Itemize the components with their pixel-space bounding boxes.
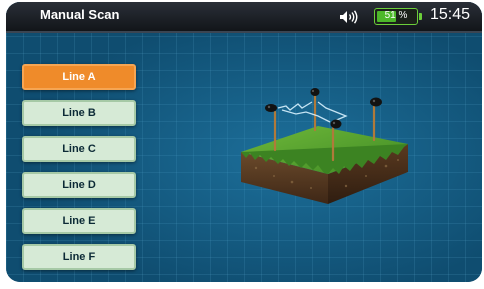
battery-cap xyxy=(419,13,422,20)
status-bar: Manual Scan 51 % 15:45 xyxy=(6,2,482,33)
battery-indicator: 51 % xyxy=(374,8,418,25)
clock: 15:45 xyxy=(430,6,471,23)
device-screen: Manual Scan 51 % 15:45 Line A Line B Lin… xyxy=(6,2,482,282)
line-d-button[interactable]: Line D xyxy=(22,172,136,198)
line-f-button[interactable]: Line F xyxy=(22,244,136,270)
battery-unit: % xyxy=(398,10,408,21)
sensor-field-illustration xyxy=(241,88,408,204)
line-a-button[interactable]: Line A xyxy=(22,64,136,90)
page-title: Manual Scan xyxy=(40,7,120,22)
line-e-button[interactable]: Line E xyxy=(22,208,136,234)
battery-label: 51 % xyxy=(375,9,417,23)
line-c-button[interactable]: Line C xyxy=(22,136,136,162)
battery-percent-text: 51 xyxy=(384,10,396,21)
line-b-button[interactable]: Line B xyxy=(22,100,136,126)
speaker-volume-icon[interactable] xyxy=(339,10,359,24)
